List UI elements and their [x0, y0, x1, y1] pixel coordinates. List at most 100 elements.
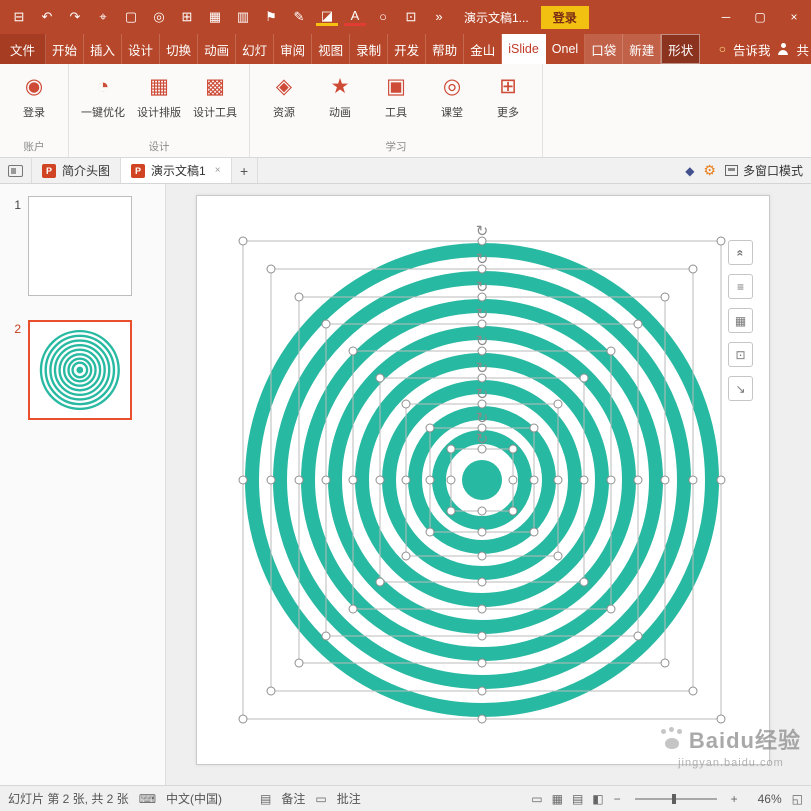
editing-canvas[interactable]: ↻ ↻ ↻ ↻ ↻ ↻ ↻ ↻ ↻ «≡ ▦ ⊡ ↘ Baidu经验 jingyan.baidu.co… [166, 184, 811, 785]
notes-button[interactable]: 备注 [281, 790, 305, 807]
insert-frame-icon[interactable]: ⊡ [400, 8, 422, 26]
slideshow-button[interactable]: ◧ [592, 792, 603, 806]
chart-icon[interactable]: ▥ [232, 8, 254, 26]
ppt-file-icon: P [42, 163, 56, 178]
document-tab-2[interactable]: P 演示文稿1 × [121, 158, 232, 183]
one-key-optimize-button[interactable]: ◔ 一键优化 [75, 69, 131, 120]
menu-tab-jinshan[interactable]: 金山 [464, 34, 503, 64]
smart-align-button[interactable]: ≡ [728, 274, 753, 299]
login-button[interactable]: ◉ 登录 [6, 69, 62, 120]
slide-sorter-icon[interactable]: ▦ [204, 8, 226, 26]
new-slide-icon[interactable]: ▢ [120, 8, 142, 26]
slide-thumbnail-2[interactable] [28, 320, 132, 420]
minimize-button[interactable]: ─ [709, 0, 743, 34]
resize-button[interactable]: ↘ [728, 376, 753, 401]
menu-tab-design[interactable]: 设计 [122, 34, 161, 64]
zoom-in-button[interactable]: + [731, 792, 738, 806]
close-tab-icon[interactable]: × [215, 165, 221, 176]
menu-tab-insert[interactable]: 插入 [84, 34, 123, 64]
highlight-color-icon[interactable]: ◪ [316, 8, 338, 26]
design-tools-button[interactable]: ▩ 设计工具 [187, 69, 243, 120]
redo-icon[interactable]: ↷ [64, 8, 86, 26]
main-area: 12 ↻ ↻ ↻ ↻ ↻ ↻ ↻ ↻ ↻ «≡ ▦ ⊡ ↘ Baidu经验 jingyan.baidu… [0, 184, 811, 785]
more-commands-icon[interactable]: » [428, 8, 450, 26]
pen-icon[interactable]: ✎ [288, 8, 310, 26]
ribbon-button-label: 登录 [23, 107, 45, 119]
menu-tab-slideshow[interactable]: 幻灯 [236, 34, 275, 64]
menu-tab-home[interactable]: 开始 [46, 34, 85, 64]
menu-tab-file[interactable]: 文件 [0, 34, 47, 64]
slide-number: 1 [14, 198, 21, 212]
normal-view-button[interactable]: ▭ [531, 792, 542, 806]
maximize-button[interactable]: ▢ [743, 0, 777, 34]
language-status[interactable]: 中文(中国) [166, 790, 222, 807]
menu-tab-islide[interactable]: iSlide [502, 34, 546, 64]
slide-surface[interactable]: ↻ ↻ ↻ ↻ ↻ ↻ ↻ ↻ ↻ [196, 195, 770, 765]
fit-to-window-button[interactable]: ◱ [792, 792, 803, 806]
layout-grid-button[interactable]: ▦ [728, 308, 753, 333]
comments-button[interactable]: 批注 [337, 790, 361, 807]
zoom-slider[interactable] [634, 793, 717, 804]
zoom-out-button[interactable]: − [614, 792, 621, 806]
menu-tab-onenote[interactable]: Onel [546, 34, 586, 64]
settings-gear-icon[interactable]: ⚙ [703, 162, 716, 179]
menu-tab-help[interactable]: 帮助 [426, 34, 465, 64]
undo-icon[interactable]: ↶ [36, 8, 58, 26]
menu-tab-developer[interactable]: 开发 [388, 34, 427, 64]
ribbon-group-label: 设计 [148, 141, 170, 153]
tell-me-button[interactable]: 告诉我 [733, 40, 771, 59]
menu-tab-animations[interactable]: 动画 [198, 34, 237, 64]
print-preview-icon[interactable]: ◎ [148, 8, 170, 26]
zoom-level[interactable]: 46% [748, 792, 782, 806]
plugin-icon[interactable]: ◆ [685, 164, 694, 178]
menu-tab-review[interactable]: 审阅 [274, 34, 313, 64]
menu-tab-shape[interactable]: 形状 [661, 34, 701, 64]
concentric-rings-shapes[interactable]: ↻ ↻ ↻ ↻ ↻ ↻ ↻ ↻ ↻ [197, 196, 769, 764]
login-button[interactable]: 登录 [540, 5, 589, 29]
slide-thumbnail-1[interactable] [28, 196, 132, 296]
classroom-button[interactable]: ◎ 课堂 [424, 69, 480, 120]
ribbon-group: ◈ 资源 ★ 动画 ▣ 工具 ◎ 课堂 ⊞ 更多 学习 [250, 64, 543, 157]
window-layout-icon[interactable]: ⊞ [176, 8, 198, 26]
menu-tab-record[interactable]: 录制 [350, 34, 389, 64]
flag-icon[interactable]: ⚑ [260, 8, 282, 26]
language-keyboard-icon: ⌨ [138, 791, 157, 806]
resources-icon: ◈ [275, 75, 293, 98]
svg-text:↻: ↻ [476, 332, 489, 350]
share-button[interactable]: 共 [796, 40, 809, 59]
menu-tab-view[interactable]: 视图 [312, 34, 351, 64]
design-layout-button[interactable]: ▦ 设计排版 [131, 69, 187, 120]
close-button[interactable]: × [777, 0, 811, 34]
workspace-switcher[interactable] [0, 158, 32, 183]
touch-pointer-icon[interactable]: ⌖ [92, 8, 114, 26]
view-switcher: ▭ ▦ ▤ ◧ [531, 792, 603, 806]
duplicate-button[interactable]: ⊡ [728, 342, 753, 367]
status-bar: 幻灯片 第 2 张, 共 2 张 ⌨ 中文(中国) ▤ 备注 ▭ 批注 ▭ ▦ ▤ ◧… [0, 785, 811, 811]
font-color-icon[interactable]: A [344, 8, 366, 26]
svg-text:↻: ↻ [476, 278, 489, 296]
new-tab-button[interactable]: + [232, 158, 258, 183]
collapse-panel-button[interactable]: « [728, 240, 753, 265]
menu-tab-transitions[interactable]: 切换 [160, 34, 199, 64]
ribbon-button-label: 设计排版 [137, 107, 181, 119]
ribbon-group: ◉ 登录 账户 [0, 64, 69, 157]
more-button[interactable]: ⊞ 更多 [480, 69, 536, 120]
zoom-slider-thumb[interactable] [672, 793, 677, 804]
resources-button[interactable]: ◈ 资源 [256, 69, 312, 120]
notes-icon: ▤ [260, 791, 272, 806]
svg-text:↻: ↻ [476, 430, 489, 448]
ribbon: ◉ 登录 账户 ◔ 一键优化 ▦ 设计排版 ▩ 设计工具 设计 ◈ 资源 ★ 动画 ▣ 工具 ◎ 课堂 ⊞ 更多 学习 [0, 64, 811, 158]
menu-tab-koudai[interactable]: 口袋 [585, 34, 624, 64]
save-icon[interactable]: ⊟ [8, 8, 30, 26]
multi-window-mode-button[interactable]: 多窗口模式 [724, 162, 803, 179]
layout-grid-icon: ▦ [734, 313, 747, 328]
menu-tab-new[interactable]: 新建 [623, 34, 662, 64]
tools-icon: ▣ [386, 75, 406, 98]
svg-text:↻: ↻ [476, 409, 489, 427]
document-tab-1[interactable]: P 简介头图 [32, 158, 122, 183]
animation-button[interactable]: ★ 动画 [312, 69, 368, 120]
reading-view-button[interactable]: ▤ [572, 792, 583, 806]
circle-shape-icon[interactable]: ○ [372, 8, 394, 26]
slide-sorter-view-button[interactable]: ▦ [552, 792, 563, 806]
tools-button[interactable]: ▣ 工具 [368, 69, 424, 120]
